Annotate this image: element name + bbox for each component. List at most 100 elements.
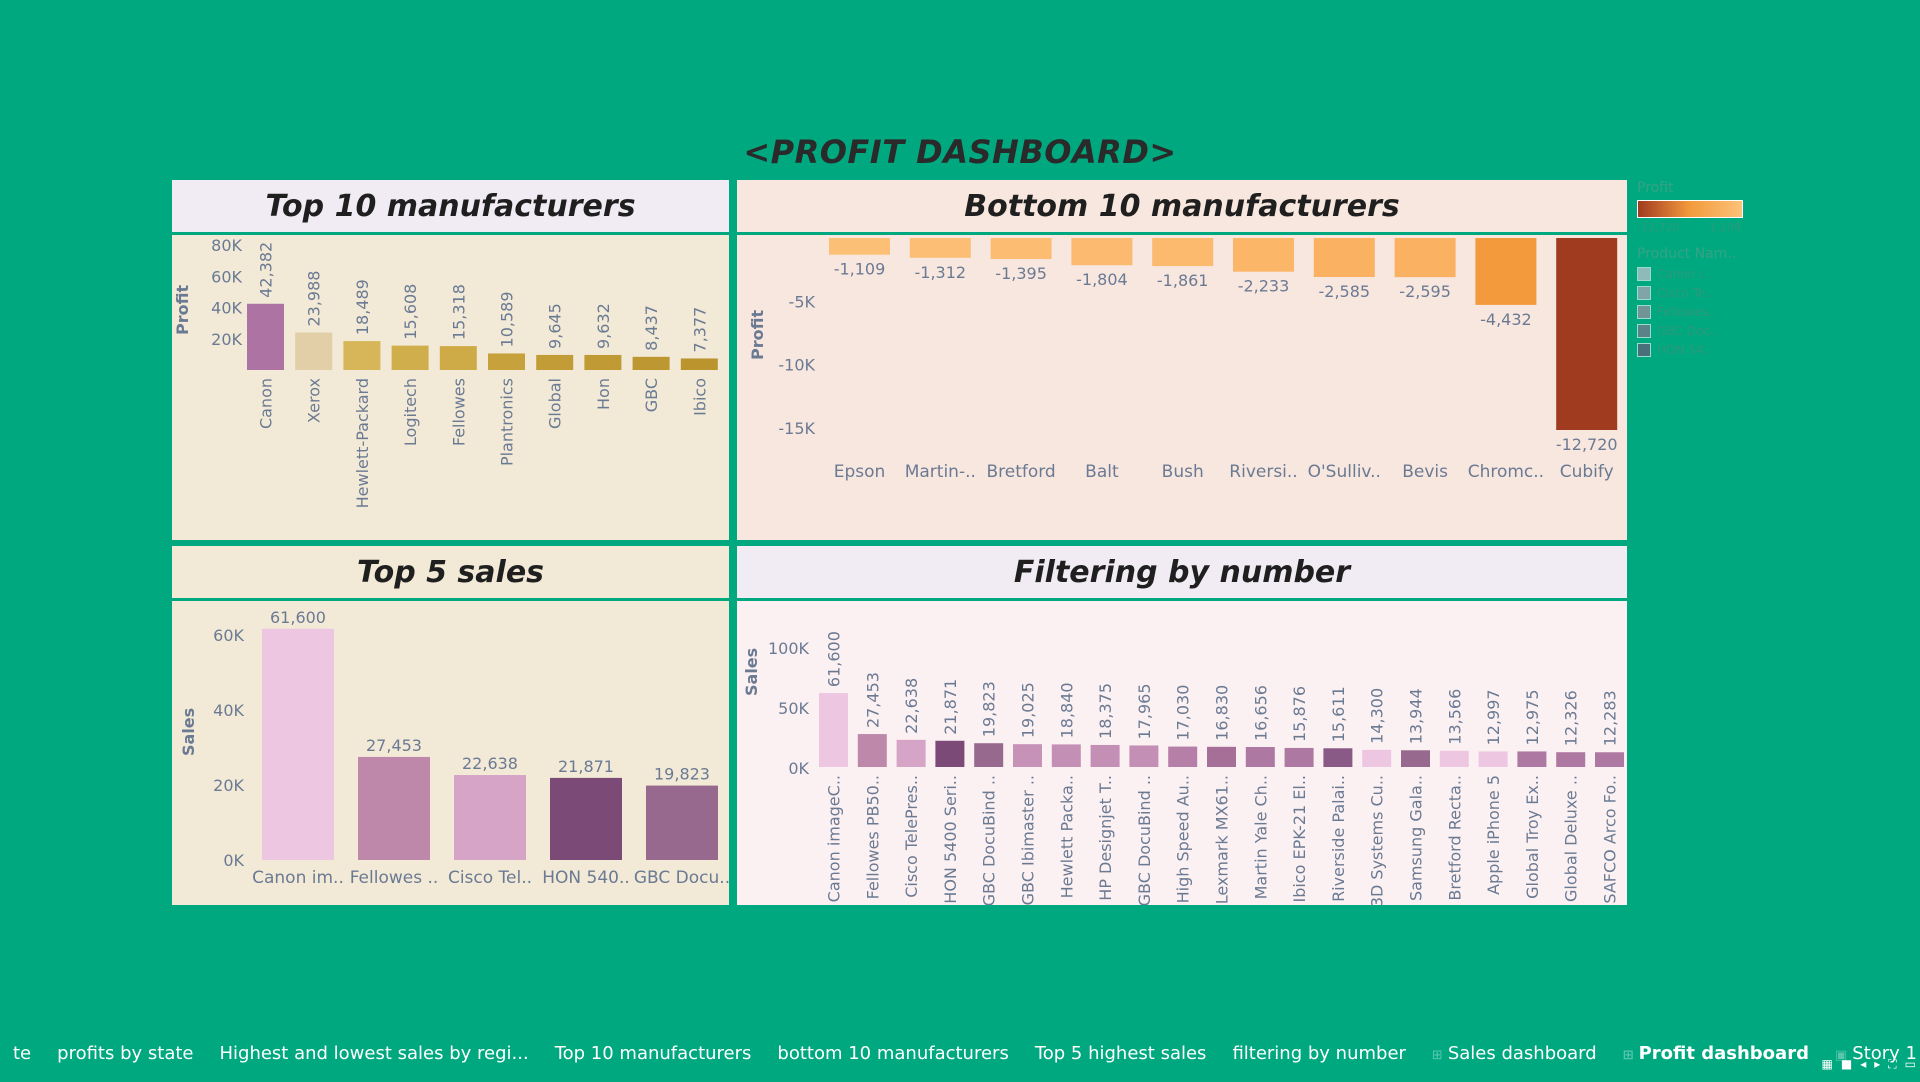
bar [358,756,430,860]
data-label: 16,656 [1251,685,1270,741]
data-label: 19,823 [654,765,710,784]
tab-label: Sales dashboard [1447,1043,1597,1064]
profit-legend-title: Profit [1637,180,1674,196]
x-tick-label: Ibico EPK-21 El.. [1290,775,1309,903]
dashboard-title: <PROFIT DASHBOARD> [743,133,1177,171]
prev-sheet-icon[interactable]: ◂ [1860,1057,1866,1072]
fullscreen-icon[interactable]: ⛶ [1888,1057,1896,1072]
tab-label: Profit dashboard [1638,1043,1809,1064]
bar [1475,238,1537,305]
product-legend-item[interactable]: Cisco Te.. [1637,286,1757,300]
x-tick-label: Cisco TelePres.. [902,775,921,898]
next-sheet-icon[interactable]: ▸ [1874,1057,1880,1072]
data-label: 15,318 [449,284,468,340]
tab-top-10-manufacturers[interactable]: Top 10 manufacturers [542,1028,765,1080]
product-legend-item[interactable]: GBC Doc.. [1637,324,1757,338]
x-tick-label: O'Sulliv.. [1308,462,1381,482]
x-tick-label: Epson [834,462,886,482]
x-tick-label: Global Troy Ex.. [1523,775,1542,899]
tab-label: Top 5 highest sales [1034,1043,1207,1064]
y-tick-label: 100K [768,639,810,658]
bar [632,356,670,370]
filter-title: Filtering by number [737,546,1627,601]
bar [1439,750,1469,767]
bar [1313,238,1375,278]
bar [909,238,971,258]
tab-filtering-by-number[interactable]: filtering by number [1219,1028,1418,1080]
data-label: -2,233 [1238,277,1290,296]
present-icon[interactable]: ▭ [1905,1057,1916,1072]
bar [550,777,622,860]
product-legend-item[interactable]: Canon i.. [1637,267,1757,281]
y-tick-label: 60K [213,626,244,645]
bar [1556,238,1618,430]
data-label: 18,375 [1096,683,1115,739]
data-label: -1,109 [834,260,886,279]
x-tick-label: Balt [1085,462,1119,482]
data-label: -2,585 [1319,282,1371,301]
bottom10-chart: Profit -5K -10K -15K -1,109 Epson -1,312 Martin… [748,238,1618,482]
bar [1284,747,1314,767]
bar [1233,238,1294,272]
sheet-tabs: te profits by state Highest and lowest sal… [0,1028,1920,1080]
y-tick-label: 40K [211,299,242,318]
y-tick-label: 0K [223,851,244,870]
bar [1478,751,1508,767]
data-label: 7,377 [690,307,709,353]
x-tick-label: Bretford Recta.. [1445,775,1464,901]
x-tick-label: Riverside Palai.. [1329,775,1348,902]
bar [990,238,1052,260]
data-label: 13,944 [1407,688,1426,744]
top5-chart: Sales 60K 40K 20K 0K 61,600 Canon im.. 27,453 Fe… [179,608,730,888]
bar [1071,238,1133,266]
x-tick-label: Logitech [401,378,420,446]
data-label: -4,432 [1480,310,1532,329]
data-label: 17,030 [1174,685,1193,741]
bar [488,353,525,370]
tab-profit-dashboard[interactable]: ⊞ Profit dashboard [1610,1028,1822,1080]
x-tick-label: Hon [594,378,613,410]
tab-bottom-10-manufacturers[interactable]: bottom 10 manufacturers [764,1028,1021,1080]
tab-te[interactable]: te [0,1028,44,1080]
bar [1401,750,1430,767]
y-tick-label: 80K [211,236,242,255]
data-label: 14,300 [1368,688,1387,744]
x-tick-label: Bevis [1402,462,1448,482]
x-tick-label: Bush [1162,462,1204,482]
grid-icon: ⊞ [1431,1048,1443,1063]
bar [1323,748,1353,767]
data-label: 9,632 [594,303,613,349]
x-tick-label: GBC Ibimaster .. [1019,775,1038,905]
product-legend-item[interactable]: Fellowes.. [1637,305,1757,319]
data-label: 17,965 [1135,683,1154,739]
bar [1207,746,1236,767]
tab-label: Highest and lowest sales by regi... [219,1043,529,1064]
tab-profits-by-state[interactable]: profits by state [44,1028,206,1080]
x-tick-label: GBC DocuBind .. [1135,775,1154,905]
x-tick-label: Chromc.. [1468,462,1544,482]
data-label: -1,804 [1076,270,1128,289]
bar [1556,752,1586,767]
data-label: 12,326 [1562,690,1581,746]
grid-view-icon[interactable]: ▦ [1822,1057,1833,1072]
filmstrip-icon[interactable]: ■ [1841,1057,1852,1072]
tab-story-1[interactable]: ▣ Story 1 [1822,1028,1920,1080]
data-label: 15,611 [1329,686,1348,742]
tab-top-5-highest-sales[interactable]: Top 5 highest sales [1022,1028,1220,1080]
data-label: 12,283 [1601,690,1620,746]
x-tick-label: Bretford [986,462,1055,482]
top10-panel: Top 10 manufacturers Profit 80K 60K 40K 20K 4… [172,180,729,540]
x-tick-label: Martin-.. [905,462,976,482]
x-tick-label: 3D Systems Cu.. [1368,775,1387,905]
x-tick-label: Canon [257,378,276,429]
product-legend-item[interactable]: HON 54.. [1637,343,1757,357]
bar [646,785,718,860]
legend-label: Cisco Te.. [1657,286,1714,300]
bar [584,354,622,370]
tab-sales-dashboard[interactable]: ⊞ Sales dashboard [1419,1028,1610,1080]
tab-highest-and-lowest-sales-by-regi[interactable]: Highest and lowest sales by regi... [206,1028,541,1080]
data-label: 21,871 [558,757,614,776]
profit-gradient[interactable] [1637,200,1743,218]
legend-label: GBC Doc.. [1657,324,1718,338]
bar [1517,751,1547,767]
